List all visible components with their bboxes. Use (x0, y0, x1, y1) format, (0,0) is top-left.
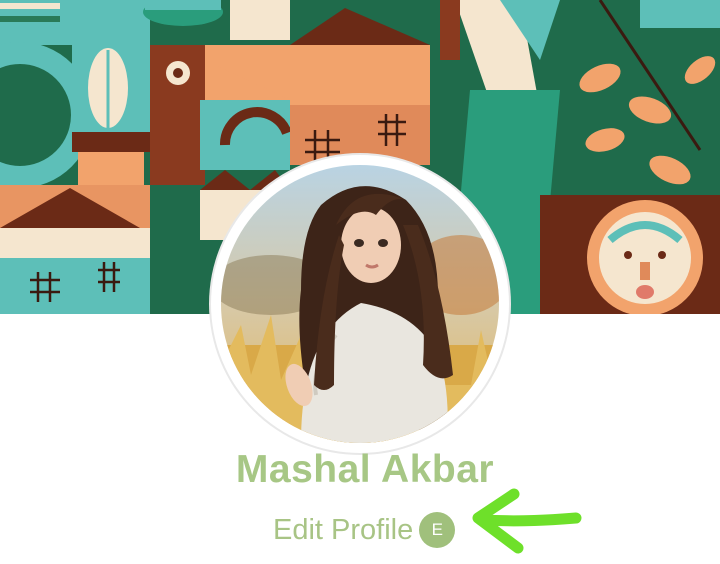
profile-name: Mashal Akbar (235, 448, 495, 491)
edit-profile-label: Edit Profile (273, 513, 414, 546)
illustrated-girl-avatar (221, 165, 499, 443)
avatar-frame (211, 155, 509, 453)
avatar[interactable] (221, 165, 499, 443)
edit-badge: E (419, 512, 456, 548)
green-arrow-annotation (472, 488, 582, 554)
edit-profile-button[interactable]: Edit Profile E (273, 508, 456, 552)
